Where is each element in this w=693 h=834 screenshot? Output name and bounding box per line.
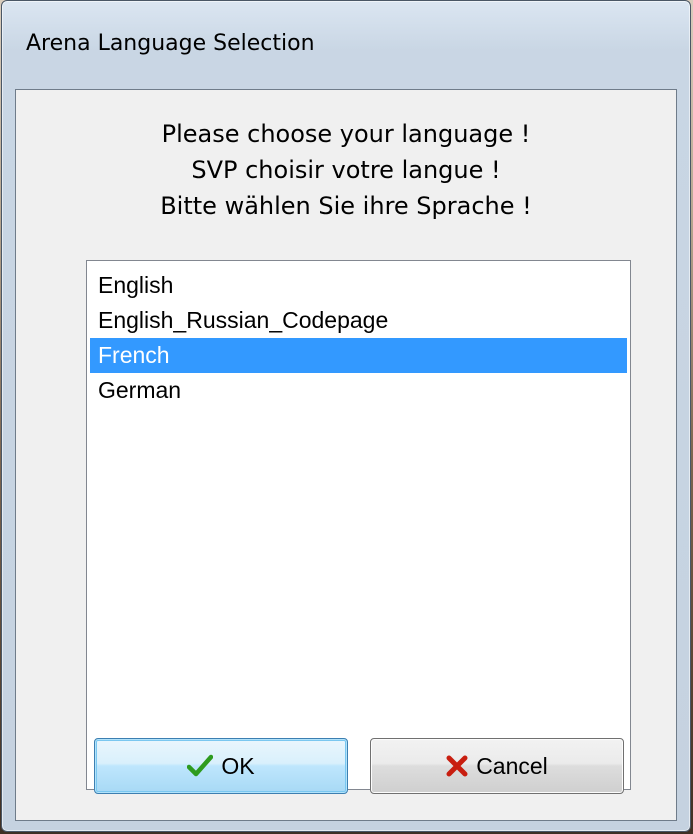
list-item-english[interactable]: English [90,268,627,303]
cancel-button[interactable]: Cancel [370,738,624,794]
ok-button-label: OK [221,752,255,779]
prompt-line-french: SVP choisir votre langue ! [191,156,501,184]
list-item-french[interactable]: French [90,338,627,373]
checkmark-icon [187,754,214,778]
language-listbox[interactable]: English English_Russian_Codepage French … [86,260,631,790]
prompt-line-german: Bitte wählen Sie ihre Sprache ! [160,192,532,220]
cancel-button-label: Cancel [476,752,548,779]
list-item-german[interactable]: German [90,373,627,408]
window-title: Arena Language Selection [26,31,315,56]
ok-button[interactable]: OK [94,738,348,794]
title-bar[interactable]: Arena Language Selection [2,1,690,89]
x-icon [446,755,468,777]
dialog-client-area: Please choose your language ! SVP choisi… [15,89,677,821]
list-item-english-russian-codepage[interactable]: English_Russian_Codepage [90,303,627,338]
prompt-line-english: Please choose your language ! [161,120,531,148]
language-prompt: Please choose your language ! SVP choisi… [16,116,676,224]
language-selection-dialog: Arena Language Selection Please choose y… [1,0,691,832]
